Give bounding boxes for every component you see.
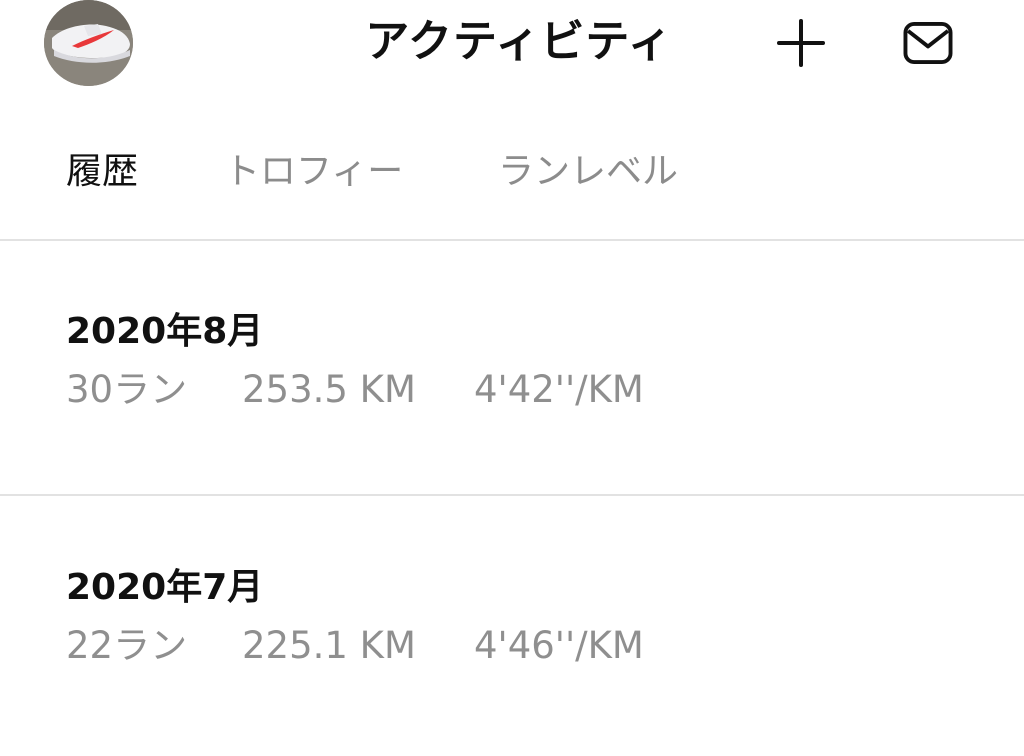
history-list-item[interactable]: 2020年8月 30ラン 253.5 KM 4'42''/KM: [66, 300, 1006, 500]
tab-bar: 履歴 トロフィー ランレベル: [0, 140, 1024, 204]
tab-history[interactable]: 履歴: [66, 148, 138, 196]
month-title: 2020年7月: [66, 567, 264, 608]
header: アクティビティ: [0, 0, 1024, 90]
month-stats: 30ラン 253.5 KM 4'42''/KM: [66, 366, 644, 414]
run-count: 30ラン: [66, 368, 188, 411]
month-stats: 22ラン 225.1 KM 4'46''/KM: [66, 622, 644, 670]
divider: [0, 494, 1024, 496]
run-count: 22ラン: [66, 624, 188, 667]
history-list-item[interactable]: 2020年7月 22ラン 225.1 KM 4'46''/KM: [66, 556, 1006, 756]
average-pace: 4'46''/KM: [474, 624, 644, 667]
mail-icon: [903, 21, 953, 65]
tab-run-level[interactable]: ランレベル: [498, 148, 678, 196]
total-distance: 253.5 KM: [242, 368, 416, 411]
tab-trophies[interactable]: トロフィー: [224, 148, 403, 196]
add-button[interactable]: [775, 17, 827, 69]
inbox-button[interactable]: [902, 17, 954, 69]
month-title: 2020年8月: [66, 311, 264, 352]
page-title: アクティビティ: [365, 16, 673, 67]
total-distance: 225.1 KM: [242, 624, 416, 667]
divider: [0, 239, 1024, 241]
plus-icon: [777, 19, 825, 67]
average-pace: 4'42''/KM: [474, 368, 644, 411]
